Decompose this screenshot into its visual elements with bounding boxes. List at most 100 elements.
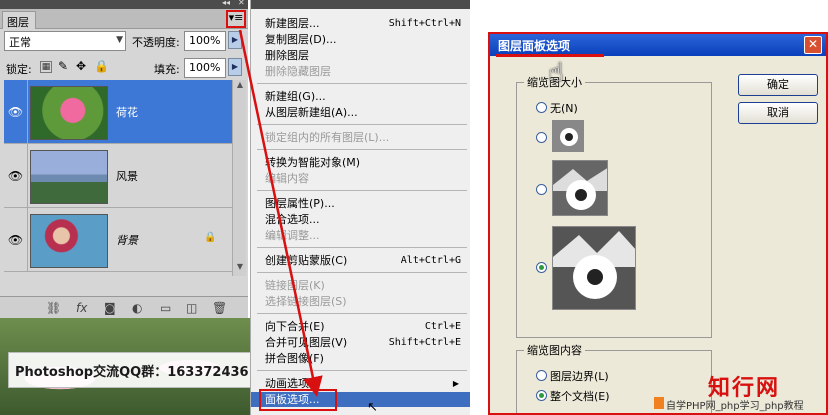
lock-position-icon[interactable]: ✥ <box>76 59 86 73</box>
menu-item-shortcut: Shift+Ctrl+N <box>388 18 461 29</box>
layer-thumbnail-lotus <box>30 86 108 140</box>
layer-thumbnail-landscape <box>30 150 108 204</box>
watermark-tagline: 自学PHP网_php学习_php教程 <box>666 401 804 412</box>
close-icon[interactable]: ✕ <box>804 36 822 54</box>
radio-size-small[interactable] <box>536 132 547 143</box>
menu-item-label: 创建剪贴蒙版(C) <box>265 254 348 267</box>
eye-icon[interactable]: 👁 <box>4 80 28 144</box>
eye-icon[interactable]: 👁 <box>4 144 28 208</box>
panel-tab-row: 图层 <box>0 9 248 29</box>
fill-input[interactable]: 100% <box>184 58 226 78</box>
menu-item-label: 选择链接图层(S) <box>265 295 347 308</box>
title-underline <box>496 54 604 57</box>
menu-separator <box>257 370 467 371</box>
radio-layer-bounds-label: 图层边界(L) <box>550 370 609 383</box>
radio-layer-bounds[interactable] <box>536 370 547 381</box>
add-mask-icon[interactable]: ◙ <box>104 301 116 315</box>
qq-group-banner: Photoshop交流QQ群：163372436 <box>8 352 254 388</box>
menu-item-label: 删除隐藏图层 <box>265 65 331 78</box>
layer-row-landscape[interactable]: 👁 风景 <box>4 144 232 208</box>
menu-item-label: 编辑调整... <box>265 229 320 242</box>
scroll-up-icon[interactable]: ▲ <box>233 80 247 94</box>
radio-entire-document-label: 整个文档(E) <box>550 390 610 403</box>
tab-layers[interactable]: 图层 <box>2 11 36 29</box>
menu-item-new-group[interactable]: 新建组(G)... <box>265 89 465 104</box>
menu-separator <box>257 124 467 125</box>
opacity-label: 不透明度: <box>132 36 180 49</box>
menu-item-new-layer[interactable]: 新建图层... Shift+Ctrl+N <box>265 16 465 31</box>
menu-item-shortcut: Ctrl+E <box>424 321 461 332</box>
menu-item-label: 转换为智能对象(M) <box>265 156 361 169</box>
radio-size-none[interactable] <box>536 102 547 113</box>
menu-item-label: 新建组(G)... <box>265 90 326 103</box>
menu-item-select-linked-layers: 选择链接图层(S) <box>265 294 465 309</box>
hand-cursor-icon: ☝ <box>548 58 564 88</box>
lock-label: 锁定: <box>6 63 32 76</box>
panel-options-highlight-box <box>259 389 337 411</box>
layers-panel-menu: 新建图层... Shift+Ctrl+N 复制图层(D)... 删除图层 删除隐藏… <box>250 0 470 415</box>
menu-item-link-layers: 链接图层(K) <box>265 278 465 293</box>
menu-item-convert-smart-object[interactable]: 转换为智能对象(M) <box>265 155 465 170</box>
fx-icon[interactable]: fx <box>76 301 87 315</box>
menu-item-edit-contents: 编辑内容 <box>265 171 465 186</box>
menu-item-label: 拼合图像(F) <box>265 352 324 365</box>
blend-mode-select[interactable]: 正常 ▼ <box>4 31 126 51</box>
layer-row-background[interactable]: 👁 背景 🔒 <box>4 208 232 272</box>
menu-item-label: 混合选项... <box>265 213 320 226</box>
menu-item-layer-properties[interactable]: 图层属性(P)... <box>265 196 465 211</box>
link-layers-icon[interactable]: ⛓ <box>46 301 61 315</box>
cancel-button[interactable]: 取消 <box>738 102 818 124</box>
radio-size-large[interactable] <box>536 262 547 273</box>
layer-row-lotus[interactable]: 👁 荷花 <box>4 80 232 144</box>
panel-options-dialog: 图层面板选项 ✕ 缩览图大小 无(N) 缩览图内容 图层边界(L) 整个文档(E… <box>488 32 828 415</box>
menu-item-label: 合并可见图层(V) <box>265 336 348 349</box>
layer-thumbnail-background <box>30 214 108 268</box>
opacity-slider-button[interactable]: ▶ <box>228 31 242 49</box>
lock-all-icon[interactable]: 🔒 <box>94 59 109 73</box>
layers-scrollbar[interactable]: ▲ ▼ <box>232 80 246 276</box>
menu-item-flatten-image[interactable]: 拼合图像(F) <box>265 351 465 366</box>
menu-item-label: 锁定组内的所有图层(L)... <box>265 131 390 144</box>
menu-item-duplicate-layer[interactable]: 复制图层(D)... <box>265 32 465 47</box>
menu-item-label: 复制图层(D)... <box>265 33 337 46</box>
menu-item-lock-all-layers-in-group: 锁定组内的所有图层(L)... <box>265 130 465 145</box>
radio-size-medium[interactable] <box>536 184 547 195</box>
eye-icon[interactable]: 👁 <box>4 208 28 272</box>
layer-name: 背景 <box>116 234 138 247</box>
lock-icon: 🔒 <box>204 232 217 243</box>
panel-menu-button[interactable]: ▾≡ <box>226 10 246 28</box>
adjustment-layer-icon[interactable]: ◐ <box>132 301 142 315</box>
lock-transparency-icon[interactable]: ▦ <box>40 61 52 73</box>
fill-slider-button[interactable]: ▶ <box>228 58 242 76</box>
scroll-down-icon[interactable]: ▼ <box>233 262 247 276</box>
fill-value: 100% <box>189 61 221 74</box>
collapse-icon[interactable]: ◂◂ <box>222 0 230 7</box>
layer-name: 荷花 <box>116 106 138 119</box>
menu-item-label: 新建图层... <box>265 17 320 30</box>
menu-item-merge-down[interactable]: 向下合并(E) Ctrl+E <box>265 319 465 334</box>
new-group-icon[interactable]: ▭ <box>160 301 171 315</box>
radio-entire-document[interactable] <box>536 390 547 401</box>
menu-item-label: 向下合并(E) <box>265 320 325 333</box>
close-panel-icon[interactable]: ✕ <box>238 0 245 7</box>
trash-icon[interactable]: 🗑 <box>212 301 227 315</box>
blend-mode-value: 正常 <box>9 36 31 49</box>
lock-pixels-icon[interactable]: ✎ <box>58 59 68 73</box>
menu-item-edit-adjustment: 编辑调整... <box>265 228 465 243</box>
menu-item-blending-options[interactable]: 混合选项... <box>265 212 465 227</box>
menu-separator <box>257 190 467 191</box>
new-layer-icon[interactable]: ◫ <box>186 301 197 315</box>
menu-item-create-clipping-mask[interactable]: 创建剪贴蒙版(C) Alt+Ctrl+G <box>265 253 465 268</box>
menu-item-label: 删除图层 <box>265 49 309 62</box>
menu-item-delete-layer[interactable]: 删除图层 <box>265 48 465 63</box>
menu-item-merge-visible[interactable]: 合并可见图层(V) Shift+Ctrl+E <box>265 335 465 350</box>
layers-panel: ◂◂ ✕ 图层 ▾≡ 正常 ▼ 不透明度: 100% ▶ 锁定: ▦ ✎ ✥ 🔒… <box>0 0 248 340</box>
menu-separator <box>257 83 467 84</box>
panel-bottom-toolbar: ⛓ fx ◙ ◐ ▭ ◫ 🗑 <box>0 296 248 318</box>
opacity-input[interactable]: 100% <box>184 31 226 51</box>
menu-item-label: 链接图层(K) <box>265 279 325 292</box>
menu-item-group-from-layers[interactable]: 从图层新建组(A)... <box>265 105 465 120</box>
ok-button[interactable]: 确定 <box>738 74 818 96</box>
flower-thumbnail-large <box>552 226 636 310</box>
chevron-down-icon: ▼ <box>116 35 123 45</box>
